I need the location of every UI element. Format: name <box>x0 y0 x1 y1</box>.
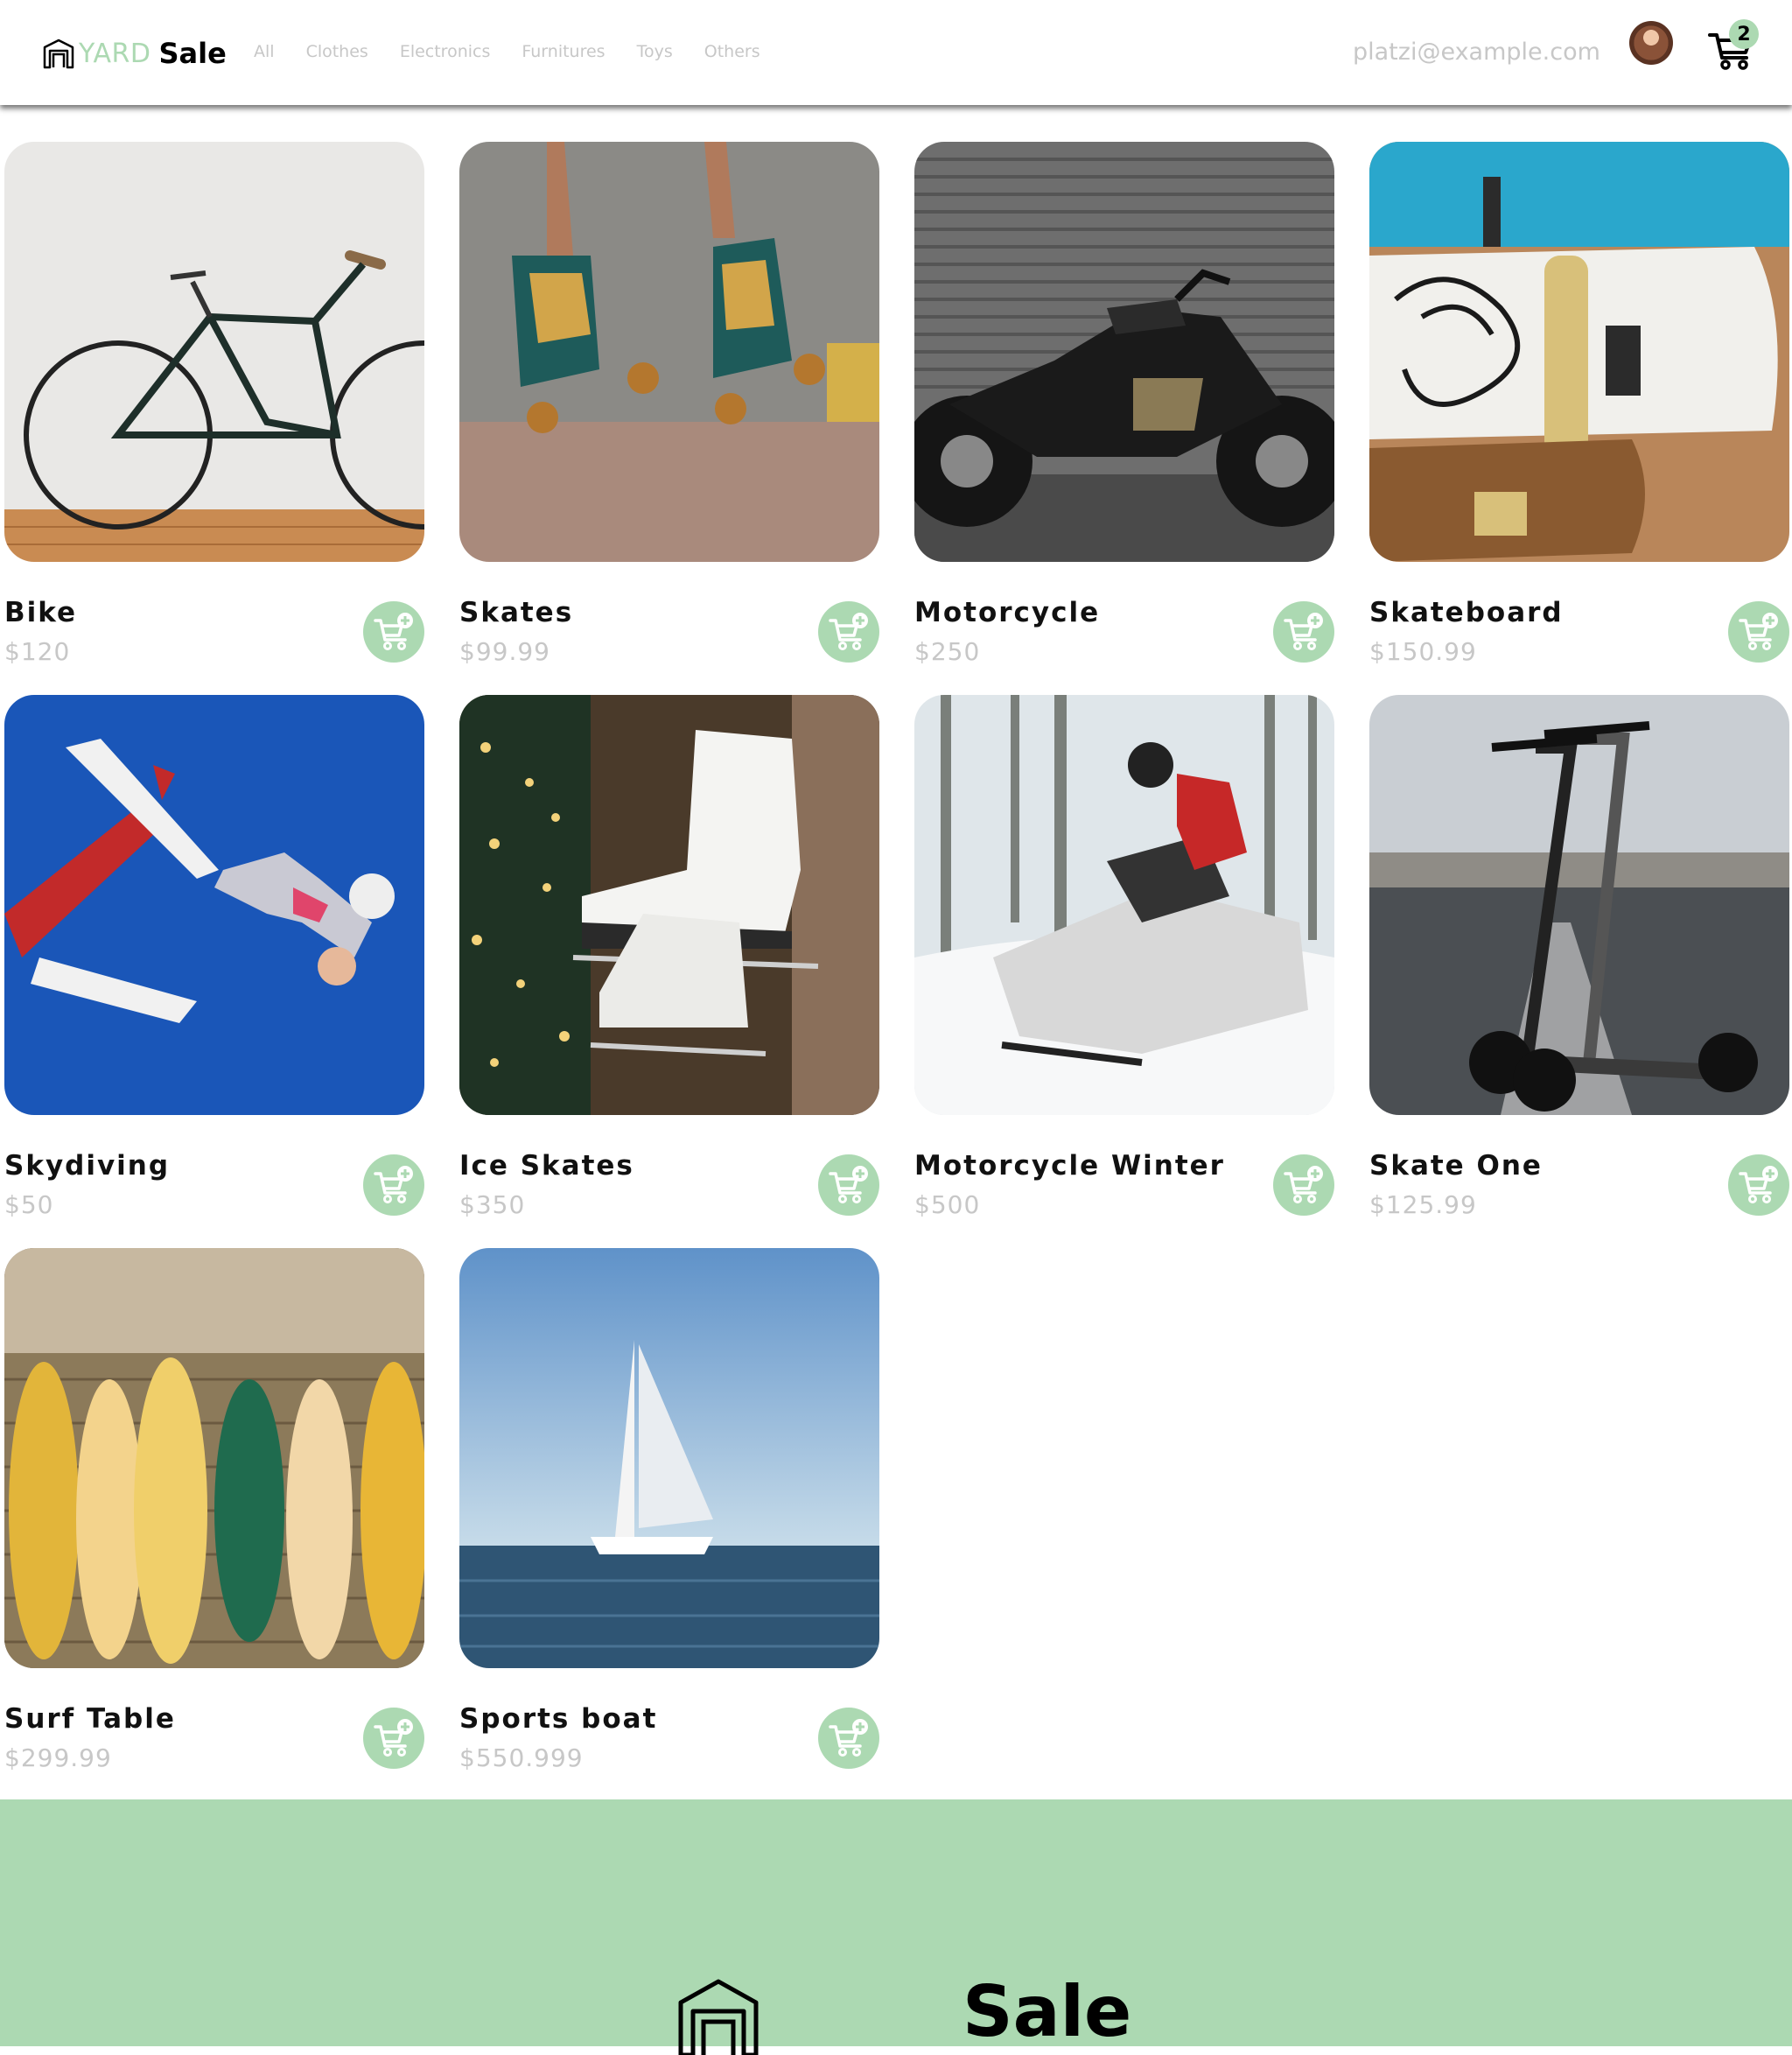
add-to-cart-button[interactable] <box>363 1154 424 1216</box>
product-name: Skate One <box>1369 1150 1543 1182</box>
product-name: Skates <box>459 597 574 628</box>
user-email[interactable]: platzi@example.com <box>1353 39 1600 66</box>
footer-brand-sale-text: Sale <box>962 1971 1132 2052</box>
product-info: Skydiving $50 <box>4 1141 424 1219</box>
product-card[interactable]: Skydiving $50 <box>4 695 424 1248</box>
add-to-cart-button[interactable] <box>363 601 424 663</box>
product-price: $150.99 <box>1369 637 1477 666</box>
product-card[interactable]: Skate One $125.99 <box>1369 695 1789 1248</box>
product-image-bicycle[interactable] <box>4 142 424 562</box>
shopping-cart-button[interactable]: 2 <box>1706 19 1759 72</box>
product-image-surfboards[interactable] <box>4 1248 424 1668</box>
nav-link-all[interactable]: All <box>254 42 275 61</box>
add-to-cart-button[interactable] <box>818 1154 879 1216</box>
product-info: Skates $99.99 <box>459 588 879 666</box>
product-card[interactable]: Bike $120 <box>4 142 424 695</box>
product-info: Bike $120 <box>4 588 424 666</box>
product-price: $125.99 <box>1369 1190 1477 1219</box>
product-price: $99.99 <box>459 637 550 666</box>
product-price: $500 <box>914 1190 981 1219</box>
product-image-skateboards[interactable] <box>1369 142 1789 562</box>
product-card[interactable]: Surf Table $299.99 <box>4 1248 424 1801</box>
product-card[interactable]: Sports boat $550.999 <box>459 1248 879 1801</box>
add-to-cart-button[interactable] <box>1728 601 1789 663</box>
product-name: Sports boat <box>459 1703 658 1735</box>
product-price: $120 <box>4 637 71 666</box>
add-to-cart-button[interactable] <box>1273 601 1334 663</box>
avatar[interactable] <box>1629 21 1673 65</box>
nav-link-furnitures[interactable]: Furnitures <box>522 42 605 61</box>
product-name: Ice Skates <box>459 1150 634 1182</box>
add-to-cart-button[interactable] <box>818 1708 879 1769</box>
product-image-ice-skates[interactable] <box>459 695 879 1115</box>
brand-sale-text: Sale <box>158 37 227 70</box>
product-price: $250 <box>914 637 981 666</box>
product-name: Motorcycle Winter <box>914 1150 1225 1182</box>
product-card[interactable]: Motorcycle $250 <box>914 142 1334 695</box>
product-image-snowmobile[interactable] <box>914 695 1334 1115</box>
product-image-motorcycle[interactable] <box>914 142 1334 562</box>
add-to-cart-icon <box>1739 1166 1778 1203</box>
add-to-cart-icon <box>1739 613 1778 650</box>
add-to-cart-icon <box>829 1719 868 1757</box>
product-card[interactable]: Skateboard $150.99 <box>1369 142 1789 695</box>
nav-link-others[interactable]: Others <box>704 42 760 61</box>
add-to-cart-icon <box>374 1719 413 1757</box>
house-logo-icon <box>678 1979 759 2055</box>
add-to-cart-button[interactable] <box>363 1708 424 1769</box>
product-image-sailboat[interactable] <box>459 1248 879 1668</box>
product-price: $350 <box>459 1190 526 1219</box>
add-to-cart-button[interactable] <box>1273 1154 1334 1216</box>
category-nav: All Clothes Electronics Furnitures Toys … <box>254 42 760 61</box>
add-to-cart-button[interactable] <box>818 601 879 663</box>
product-image-skydiver-and-plane[interactable] <box>4 695 424 1115</box>
product-price: $50 <box>4 1190 54 1219</box>
nav-link-clothes[interactable]: Clothes <box>306 42 368 61</box>
add-to-cart-icon <box>374 1166 413 1203</box>
brand-logo[interactable]: YARD Sale <box>42 33 227 74</box>
product-info: Skateboard $150.99 <box>1369 588 1789 666</box>
navbar: YARD Sale All Clothes Electronics Furnit… <box>0 0 1792 105</box>
product-card[interactable]: Skates $99.99 <box>459 142 879 695</box>
product-card[interactable]: Motorcycle Winter $500 <box>914 695 1334 1248</box>
product-info: Skate One $125.99 <box>1369 1141 1789 1219</box>
product-name: Skateboard <box>1369 597 1564 628</box>
product-info: Ice Skates $350 <box>459 1141 879 1219</box>
add-to-cart-icon <box>829 1166 868 1203</box>
add-to-cart-icon <box>374 613 413 650</box>
product-card[interactable]: Ice Skates $350 <box>459 695 879 1248</box>
nav-link-electronics[interactable]: Electronics <box>400 42 491 61</box>
add-to-cart-button[interactable] <box>1728 1154 1789 1216</box>
brand-yard-text: YARD <box>79 38 151 69</box>
add-to-cart-icon <box>1284 613 1323 650</box>
product-image-electric-scooters[interactable] <box>1369 695 1789 1115</box>
product-price: $299.99 <box>4 1743 112 1772</box>
product-name: Bike <box>4 597 78 628</box>
product-image-roller-skates[interactable] <box>459 142 879 562</box>
product-info: Motorcycle $250 <box>914 588 1334 666</box>
footer: Sale <box>0 1799 1792 2055</box>
product-price: $550.999 <box>459 1743 584 1772</box>
cart-count-badge: 2 <box>1729 19 1759 49</box>
product-name: Motorcycle <box>914 597 1101 628</box>
product-info: Surf Table $299.99 <box>4 1694 424 1772</box>
product-name: Skydiving <box>4 1150 171 1182</box>
add-to-cart-icon <box>1284 1166 1323 1203</box>
nav-link-toys[interactable]: Toys <box>637 42 673 61</box>
product-info: Sports boat $550.999 <box>459 1694 879 1772</box>
house-logo-icon <box>43 39 74 69</box>
product-name: Surf Table <box>4 1703 176 1735</box>
product-info: Motorcycle Winter $500 <box>914 1141 1334 1219</box>
product-grid: Bike $120 Skates $99.99 Motorcycle $250 … <box>4 142 1789 1801</box>
add-to-cart-icon <box>829 613 868 650</box>
